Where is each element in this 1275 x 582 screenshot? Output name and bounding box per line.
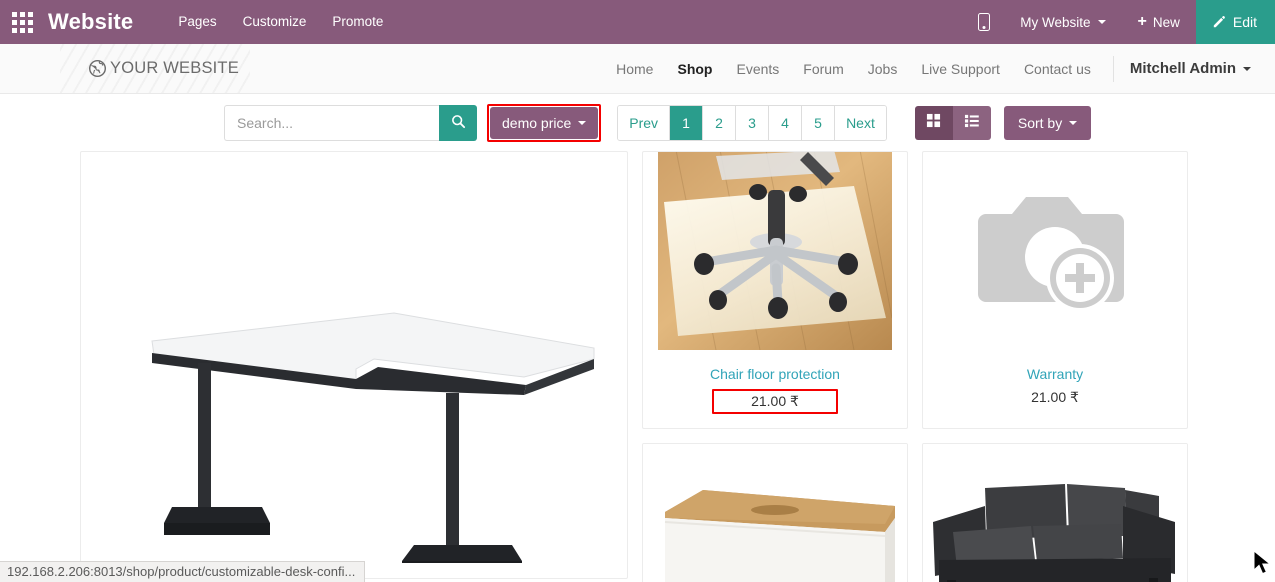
nav-item-home[interactable]: Home <box>604 61 665 77</box>
sort-by-button[interactable]: Sort by <box>1003 106 1092 140</box>
nav-item-forum[interactable]: Forum <box>791 61 855 77</box>
search-input[interactable] <box>224 105 439 141</box>
website-header: YOUR WEBSITE Home Shop Events Forum Jobs… <box>0 44 1275 94</box>
user-menu-label: Mitchell Admin <box>1129 60 1236 77</box>
website-selector-button[interactable]: My Website <box>1004 0 1121 44</box>
edit-button[interactable]: Edit <box>1195 0 1275 44</box>
black-leather-sofa-image <box>923 444 1187 582</box>
nav-item-shop[interactable]: Shop <box>665 61 724 77</box>
product-price-wrapper: 21.00 ₹ <box>643 382 907 428</box>
grid-view-button[interactable] <box>914 106 953 140</box>
nav-item-jobs[interactable]: Jobs <box>856 61 910 77</box>
product-grid-right-column: Chair floor protection 21.00 ₹ Warranty … <box>642 151 1188 582</box>
mouse-cursor <box>1253 549 1275 582</box>
grid-view-icon <box>926 113 941 133</box>
pager-page-5[interactable]: 5 <box>802 106 836 140</box>
pricelist-label: demo price <box>502 115 572 131</box>
pager-page-3[interactable]: 3 <box>736 106 770 140</box>
new-button-label: New <box>1152 14 1180 30</box>
product-price: 21.00 ₹ <box>1031 389 1079 405</box>
nav-item-events[interactable]: Events <box>724 61 791 77</box>
no-image-placeholder <box>970 180 1140 325</box>
chevron-down-icon <box>1097 20 1106 24</box>
pager-page-2[interactable]: 2 <box>703 106 737 140</box>
product-row-2 <box>642 443 1188 582</box>
odoo-menu-list: Pages Customize Promote <box>165 0 396 44</box>
product-thumbnail[interactable] <box>923 152 1187 352</box>
product-row-1: Chair floor protection 21.00 ₹ Warranty … <box>642 151 1188 429</box>
list-view-button[interactable] <box>952 106 991 140</box>
apps-grid-icon <box>11 11 33 33</box>
product-card-warranty[interactable]: Warranty 21.00 ₹ <box>922 151 1188 429</box>
chevron-down-icon <box>1069 121 1078 125</box>
apps-menu-button[interactable] <box>0 0 44 44</box>
product-name[interactable]: Chair floor protection <box>643 352 907 382</box>
plus-icon: + <box>1137 13 1147 30</box>
product-card-storage-box[interactable] <box>642 443 908 582</box>
edit-button-label: Edit <box>1232 14 1257 30</box>
pricelist-highlight-box: demo price <box>487 104 602 142</box>
product-thumbnail[interactable] <box>643 152 907 352</box>
search-icon <box>451 114 466 132</box>
search-button[interactable] <box>439 105 477 141</box>
list-view-icon <box>964 113 980 133</box>
chevron-down-icon <box>1243 66 1251 71</box>
new-button[interactable]: + New <box>1122 0 1196 44</box>
product-thumbnail[interactable] <box>643 444 907 582</box>
pagination: Prev 1 2 3 4 5 Next <box>617 105 887 141</box>
pencil-icon <box>1211 15 1226 30</box>
view-mode-toggle <box>914 106 991 140</box>
search-form <box>224 105 477 141</box>
chair-floor-protection-image <box>658 152 893 352</box>
globe-icon <box>88 59 107 78</box>
odoo-system-bar: Website Pages Customize Promote My Websi… <box>0 0 1275 44</box>
mobile-preview-button[interactable] <box>964 0 1004 44</box>
product-grid: Chair floor protection 21.00 ₹ Warranty … <box>0 151 1275 582</box>
site-logo[interactable]: YOUR WEBSITE <box>88 59 239 78</box>
pager-prev[interactable]: Prev <box>618 106 671 140</box>
odoo-menu-promote[interactable]: Promote <box>319 0 396 44</box>
pager-page-1[interactable]: 1 <box>670 106 704 140</box>
odoo-menu-customize[interactable]: Customize <box>230 0 320 44</box>
product-thumbnail[interactable] <box>923 444 1187 582</box>
odoo-menu-pages[interactable]: Pages <box>165 0 229 44</box>
pager-next[interactable]: Next <box>835 106 886 140</box>
sort-by-label: Sort by <box>1017 115 1063 131</box>
shop-toolbar: demo price Prev 1 2 3 4 5 Next <box>0 94 1275 151</box>
white-corner-desk-image <box>94 163 614 573</box>
mobile-phone-icon <box>978 13 991 31</box>
pager-page-4[interactable]: 4 <box>769 106 803 140</box>
product-name[interactable]: Warranty <box>923 352 1187 382</box>
pricelist-dropdown-button[interactable]: demo price <box>490 107 599 139</box>
status-bar-url: 192.168.2.206:8013/shop/product/customiz… <box>7 564 356 579</box>
nav-item-contact-us[interactable]: Contact us <box>1012 61 1103 77</box>
app-name[interactable]: Website <box>44 0 143 44</box>
website-selector-label: My Website <box>1020 14 1091 30</box>
chevron-down-icon <box>578 121 587 125</box>
product-price: 21.00 ₹ <box>712 389 838 414</box>
product-card-chair-floor-protection[interactable]: Chair floor protection 21.00 ₹ <box>642 151 908 429</box>
odoo-bar-right-group: My Website + New Edit <box>964 0 1275 44</box>
browser-status-bar: 192.168.2.206:8013/shop/product/customiz… <box>0 561 366 582</box>
product-card-sofa[interactable] <box>922 443 1188 582</box>
website-nav: Home Shop Events Forum Jobs Live Support… <box>604 55 1253 82</box>
site-logo-text: YOUR WEBSITE <box>110 59 239 77</box>
user-menu-button[interactable]: Mitchell Admin <box>1118 60 1253 77</box>
storage-box-image <box>643 444 907 582</box>
nav-divider <box>1112 55 1114 82</box>
product-card-featured[interactable] <box>80 151 628 579</box>
nav-item-live-support[interactable]: Live Support <box>909 61 1012 77</box>
